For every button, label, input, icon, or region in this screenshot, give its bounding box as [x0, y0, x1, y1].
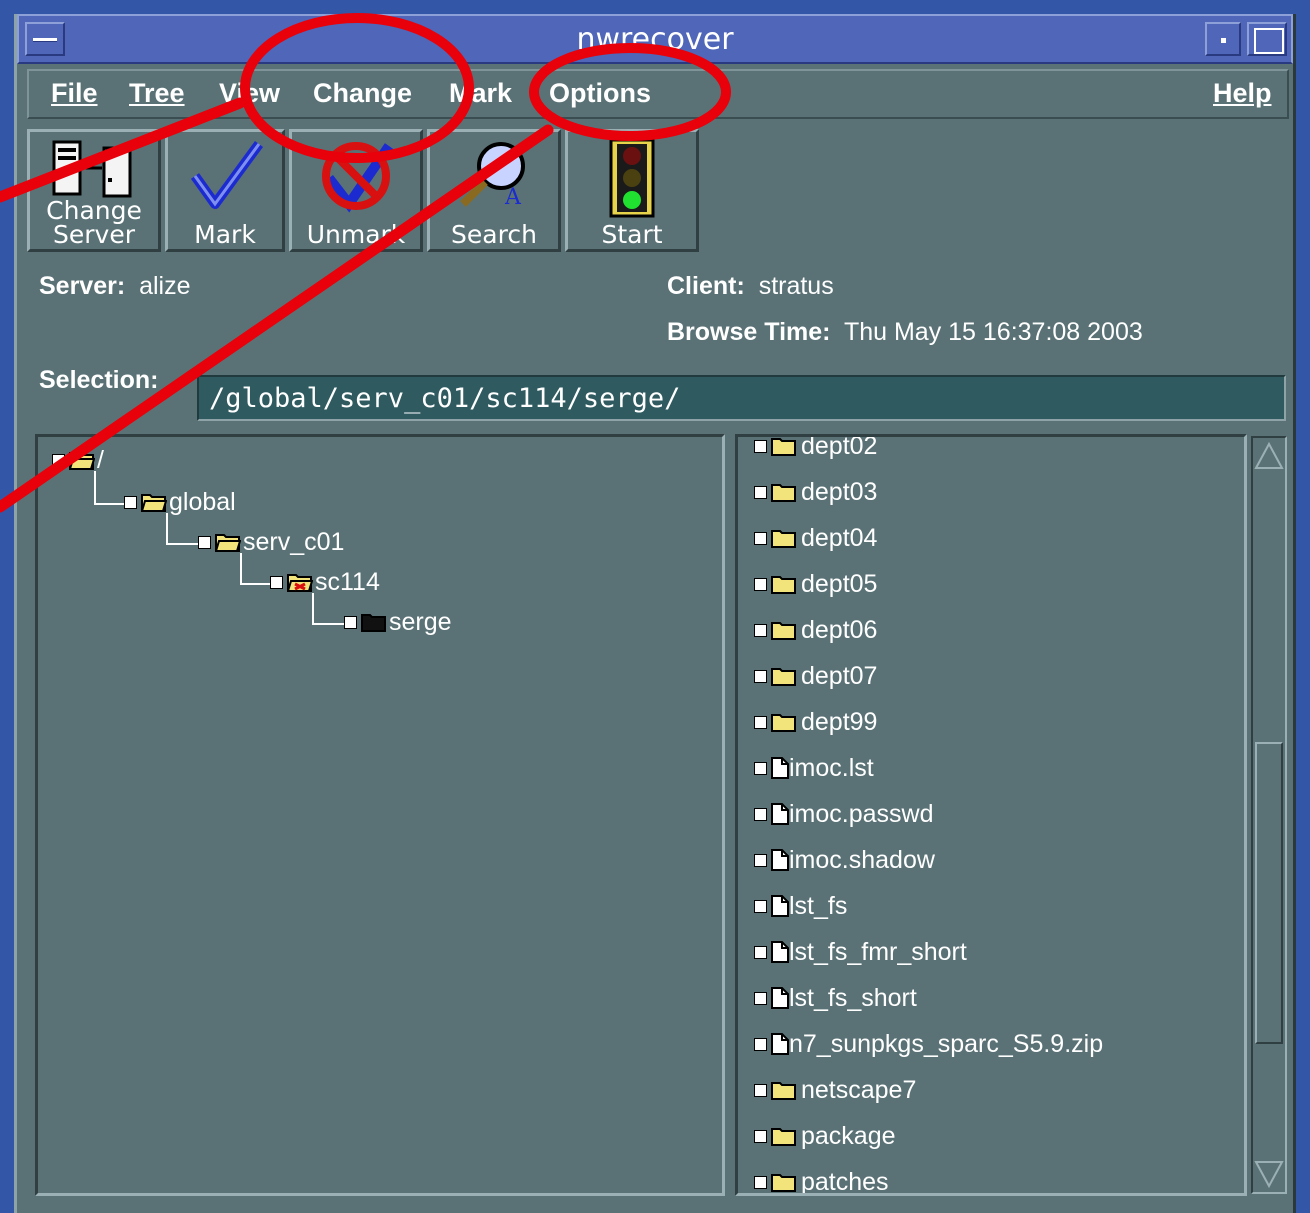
red-annotation-overlay — [0, 13, 731, 513]
annotation-line-1 — [0, 97, 246, 203]
annotation-circle-change — [240, 13, 474, 163]
annotation-line-2 — [0, 124, 554, 513]
annotation-circle-options — [529, 43, 731, 141]
